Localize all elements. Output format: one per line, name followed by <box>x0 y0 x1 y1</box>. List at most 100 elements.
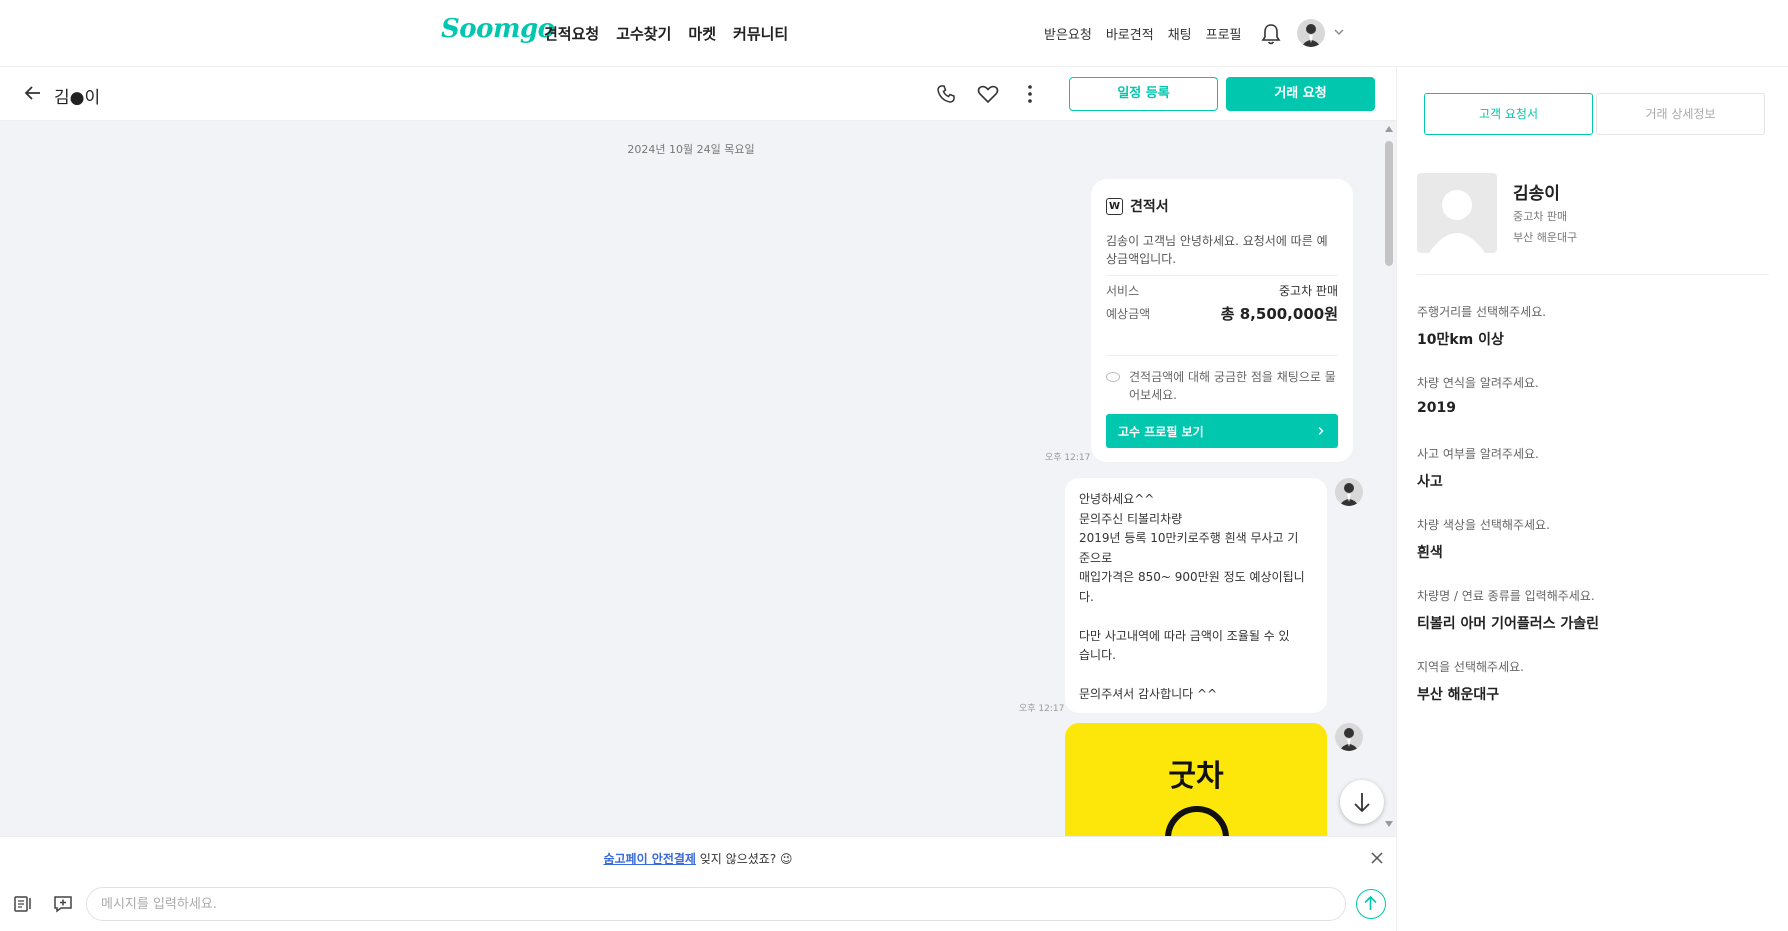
message-line: 매입가격은 850~ 900만원 정도 예상이됩니 <box>1079 570 1305 584</box>
top-navigation: Soomgo 견적요청 고수찾기 마켓 커뮤니티 받은요청 바로견적 채팅 프로… <box>0 0 1788 67</box>
more-vertical-icon[interactable] <box>1020 83 1040 105</box>
deal-request-button[interactable]: 거래 요청 <box>1226 77 1375 111</box>
menu-community[interactable]: 커뮤니티 <box>733 23 788 44</box>
heart-icon[interactable] <box>977 84 999 104</box>
bell-icon[interactable] <box>1260 22 1282 46</box>
date-divider: 2024년 10월 24일 목요일 <box>627 143 755 156</box>
qa-answer: 2019 <box>1417 400 1456 416</box>
divider <box>1106 275 1338 276</box>
message-line: 안녕하세요^^ <box>1079 492 1155 506</box>
avatar[interactable] <box>1297 19 1325 47</box>
message-line <box>1079 666 1313 686</box>
message-line: 문의주신 티볼리차량 <box>1079 511 1183 526</box>
avatar[interactable] <box>1335 723 1363 751</box>
back-arrow-icon[interactable] <box>23 83 43 103</box>
service-label: 서비스 <box>1106 284 1140 298</box>
safe-payment-notice: 숨고페이 안전결제 잊지 않으셨죠? 😉 <box>0 836 1396 878</box>
service-value: 중고차 판매 <box>1278 284 1338 298</box>
send-button[interactable] <box>1356 889 1386 919</box>
scroll-to-bottom-button[interactable] <box>1340 780 1384 824</box>
message-line: 다. <box>1079 589 1094 604</box>
tab-deal-details[interactable]: 거래 상세정보 <box>1596 93 1765 135</box>
quote-card: W 견적서 김송이 고객님 안녕하세요. 요청서에 따른 예상금액입니다. 서비… <box>1091 179 1353 462</box>
divider <box>1106 355 1338 356</box>
scroll-up-arrow-icon[interactable] <box>1385 126 1393 132</box>
close-icon[interactable] <box>1369 850 1385 866</box>
menu-received-requests[interactable]: 받은요청 <box>1044 24 1092 43</box>
qa-question: 차량 연식을 알려주세요. <box>1417 376 1539 390</box>
qa-item: 지역을 선택해주세요. 부산 해운대구 <box>1417 658 1767 704</box>
qa-question: 사고 여부를 알려주세요. <box>1417 447 1539 461</box>
qa-question: 지역을 선택해주세요. <box>1417 660 1524 674</box>
request-detail-panel: 고객 요청서 거래 상세정보 김송이 중고차 판매 부산 해운대구 주행거리를 … <box>1396 67 1788 931</box>
image-graphic <box>1165 806 1229 836</box>
qa-question: 주행거리를 선택해주세요. <box>1417 305 1547 319</box>
chevron-down-icon[interactable] <box>1333 26 1345 38</box>
menu-quote-request[interactable]: 견적요청 <box>544 23 599 44</box>
soomgo-logo[interactable]: Soomgo <box>441 14 555 44</box>
quote-price-row: 예상금액 총 8,500,000원 <box>1106 303 1338 324</box>
message-composer <box>0 878 1396 931</box>
customer-name: 김송이 <box>1513 184 1560 204</box>
notice-text: 숨고페이 안전결제 잊지 않으셨죠? 😉 <box>0 850 1396 867</box>
scroll-thumb[interactable] <box>1385 141 1393 266</box>
tab-customer-request[interactable]: 고객 요청서 <box>1424 93 1593 135</box>
quote-note-text: 견적금액에 대해 궁금한 점을 채팅으로 물어보세요. <box>1129 370 1336 402</box>
chat-messages[interactable]: 2024년 10월 24일 목요일 W 견적서 김송이 고객님 안녕하세요. 요… <box>0 121 1382 836</box>
menu-instant-quote[interactable]: 바로견적 <box>1106 24 1154 43</box>
phone-icon[interactable] <box>936 84 956 104</box>
chat-scrollbar[interactable] <box>1382 121 1396 836</box>
menu-find-pro[interactable]: 고수찾기 <box>616 23 671 44</box>
safe-payment-link[interactable]: 숨고페이 안전결제 <box>603 852 696 866</box>
customer-area: 부산 해운대구 <box>1513 231 1578 244</box>
arrow-up-icon <box>1364 895 1377 910</box>
template-icon[interactable] <box>12 894 34 914</box>
message-line: 습니다. <box>1079 648 1116 662</box>
scroll-down-arrow-icon[interactable] <box>1385 821 1393 827</box>
message-time: 오후 12:17 <box>1019 704 1065 714</box>
qa-answer: 10만km 이상 <box>1417 332 1504 348</box>
schedule-button[interactable]: 일정 등록 <box>1069 77 1218 111</box>
qa-answer: 티볼리 아머 기어플러스 가솔린 <box>1417 616 1600 632</box>
avatar[interactable] <box>1335 478 1363 506</box>
menu-market[interactable]: 마켓 <box>688 23 716 44</box>
price-value: 총 8,500,000원 <box>1220 305 1338 323</box>
chat-bubble-icon <box>1106 372 1120 382</box>
message-line: 2019년 등록 10만키로주행 흰색 무사고 기 <box>1079 531 1299 545</box>
message-line: 다만 사고내역에 따라 금액이 조율될 수 있 <box>1079 628 1290 643</box>
customer-service: 중고차 판매 <box>1513 210 1568 223</box>
divider <box>1417 274 1769 275</box>
menu-profile[interactable]: 프로필 <box>1206 24 1242 43</box>
qa-item: 차량명 / 연료 종류를 입력해주세요. 티볼리 아머 기어플러스 가솔린 <box>1417 587 1767 633</box>
message-input[interactable] <box>86 887 1346 921</box>
user-menu: 받은요청 바로견적 채팅 프로필 <box>1044 24 1242 43</box>
image-message[interactable]: 굿차 <box>1065 723 1327 836</box>
chat-partner-name: 김●이 <box>54 88 101 108</box>
qa-item: 차량 연식을 알려주세요. 2019 <box>1417 374 1767 416</box>
menu-chat[interactable]: 채팅 <box>1168 24 1192 43</box>
message-time: 오후 12:17 <box>1045 453 1091 463</box>
won-icon: W <box>1106 197 1123 215</box>
quote-description: 김송이 고객님 안녕하세요. 요청서에 따른 예상금액입니다. <box>1106 234 1328 266</box>
add-attachment-icon[interactable] <box>52 894 74 914</box>
qa-answer: 흰색 <box>1417 545 1443 561</box>
chevron-right-icon <box>1318 427 1324 435</box>
qa-item: 차량 색상을 선택해주세요. 흰색 <box>1417 516 1767 562</box>
chat-header: 김●이 일정 등록 거래 요청 <box>0 67 1396 121</box>
message-line: 준으로 <box>1079 550 1113 565</box>
main-menu: 견적요청 고수찾기 마켓 커뮤니티 <box>544 23 788 44</box>
quote-note: 견적금액에 대해 궁금한 점을 채팅으로 물어보세요. <box>1106 368 1338 404</box>
view-pro-profile-button[interactable]: 고수 프로필 보기 <box>1106 414 1338 448</box>
customer-avatar <box>1417 173 1497 253</box>
message-bubble: 안녕하세요^^ 문의주신 티볼리차량 2019년 등록 10만키로주행 흰색 무… <box>1065 478 1327 713</box>
qa-item: 사고 여부를 알려주세요. 사고 <box>1417 445 1767 491</box>
qa-item: 주행거리를 선택해주세요. 10만km 이상 <box>1417 303 1767 349</box>
price-label: 예상금액 <box>1106 307 1151 321</box>
quote-service-row: 서비스 중고차 판매 <box>1106 282 1338 299</box>
quote-title-text: 견적서 <box>1130 199 1169 215</box>
view-pro-profile-label: 고수 프로필 보기 <box>1118 424 1204 439</box>
qa-question: 차량명 / 연료 종류를 입력해주세요. <box>1417 589 1595 603</box>
message-line <box>1079 607 1313 627</box>
message-line: 문의주셔서 감사합니다 ^^ <box>1079 687 1218 701</box>
qa-question: 차량 색상을 선택해주세요. <box>1417 518 1550 532</box>
